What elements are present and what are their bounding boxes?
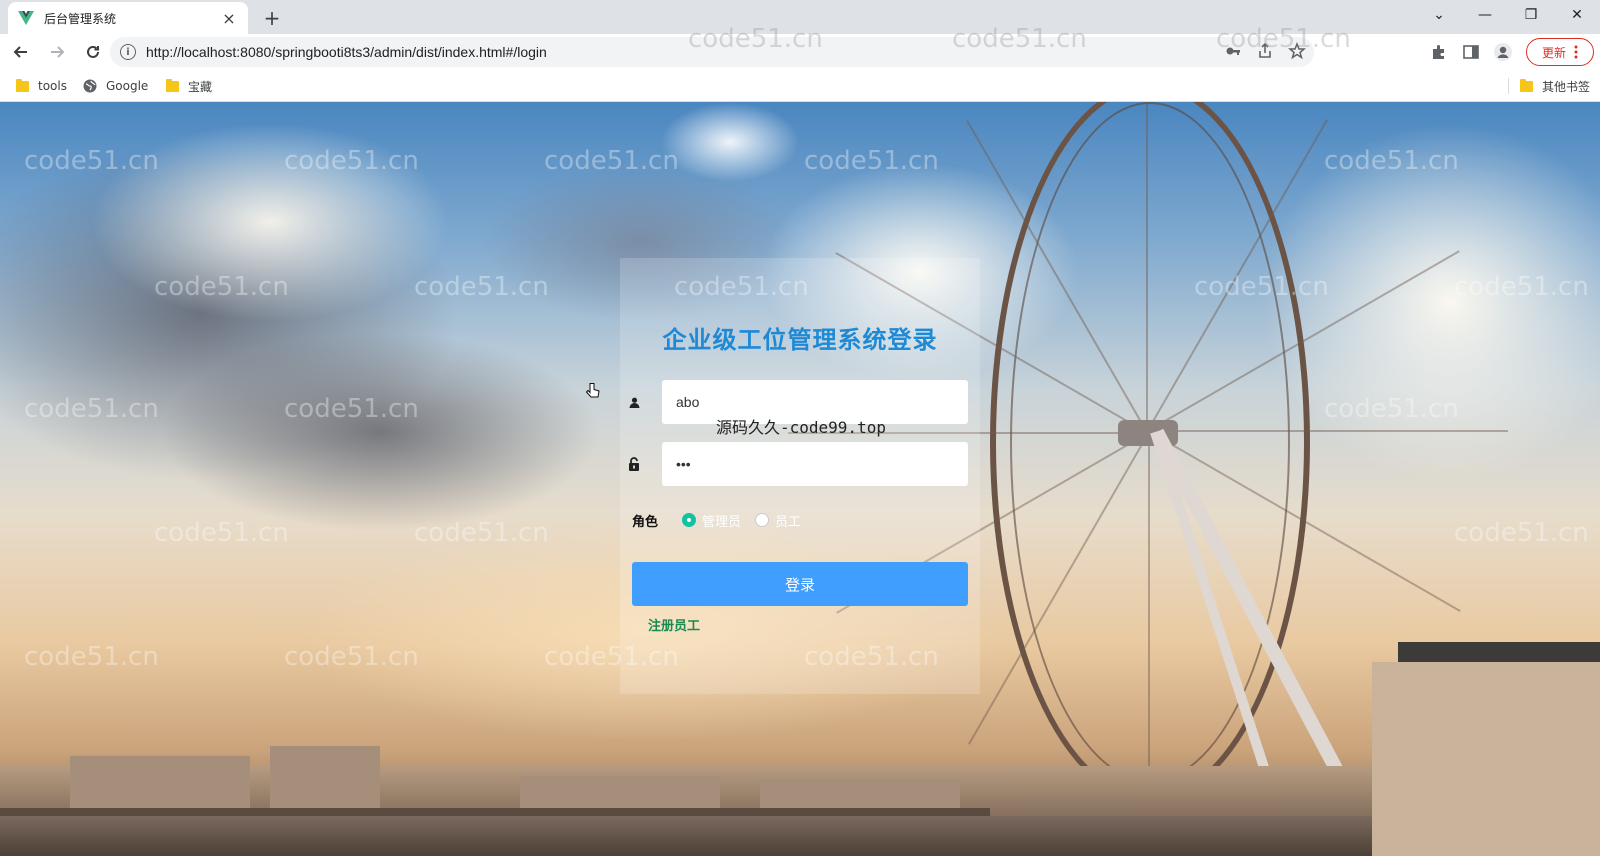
vue-logo-icon xyxy=(18,11,34,25)
profile-icon[interactable] xyxy=(1492,37,1514,67)
radio-checked-icon xyxy=(682,513,696,527)
tab-search-icon[interactable]: ⌄ xyxy=(1416,0,1462,30)
role-option-label: 管理员 xyxy=(702,514,742,530)
cloud-light xyxy=(90,122,450,322)
bookmarks-bar: tools Google 宝藏 其他书签 xyxy=(0,70,1600,102)
arrow-right-icon xyxy=(51,46,65,58)
wheel-spoke xyxy=(1148,430,1508,432)
bookmark-separator xyxy=(1508,78,1509,94)
wheel-spoke xyxy=(1148,432,1150,792)
site-info-icon[interactable]: i xyxy=(120,44,136,60)
wheel-spoke xyxy=(1146,102,1148,432)
building xyxy=(270,746,380,816)
minimize-icon[interactable]: — xyxy=(1462,0,1508,30)
bookmark-tools[interactable]: tools xyxy=(16,76,67,96)
restore-icon[interactable]: ❐ xyxy=(1508,0,1554,30)
toolbar-icons xyxy=(1428,37,1514,67)
role-option-admin[interactable]: 管理员 xyxy=(682,511,741,530)
cloud-dark xyxy=(160,332,600,532)
radio-unchecked-icon xyxy=(755,513,770,527)
hand-cursor-icon xyxy=(586,383,600,398)
role-label: 角色 xyxy=(632,514,659,530)
watermark: code51.cn xyxy=(154,518,289,548)
forward-button[interactable] xyxy=(42,37,72,67)
tab-strip: 后台管理系统 × + ⌄ — ❐ ✕ xyxy=(0,0,1600,34)
address-bar[interactable]: i http://localhost:8080/springbooti8ts3/… xyxy=(110,37,1314,67)
watermark: code51.cn xyxy=(1454,518,1589,548)
lock-icon xyxy=(626,456,642,472)
update-button[interactable]: 更新 xyxy=(1526,38,1594,66)
update-label: 更新 xyxy=(1541,45,1566,60)
more-vertical-icon xyxy=(1574,45,1578,59)
bookmark-other[interactable]: 其他书签 xyxy=(1520,76,1590,96)
tab-title: 后台管理系统 xyxy=(44,11,117,26)
bridge xyxy=(0,808,990,816)
password-input[interactable] xyxy=(662,442,968,486)
browser-toolbar: i http://localhost:8080/springbooti8ts3/… xyxy=(0,34,1600,70)
bookmark-label: 宝藏 xyxy=(188,79,213,94)
omnibox-actions xyxy=(1224,42,1306,60)
browser-tab[interactable]: 后台管理系统 × xyxy=(8,2,248,34)
bookmark-label: 其他书签 xyxy=(1542,79,1591,94)
bookmark-label: tools xyxy=(38,79,67,93)
login-button[interactable]: 登录 xyxy=(632,562,968,606)
register-employee-link[interactable]: 注册员工 xyxy=(648,615,700,634)
bookmark-google[interactable]: Google xyxy=(83,76,148,96)
role-option-label: 员工 xyxy=(775,514,802,530)
window-controls: ⌄ — ❐ ✕ xyxy=(1416,0,1600,34)
globe-icon xyxy=(83,79,97,93)
building xyxy=(70,756,250,816)
bookmark-treasure[interactable]: 宝藏 xyxy=(166,76,212,96)
login-title: 企业级工位管理系统登录 xyxy=(662,326,938,354)
user-icon xyxy=(626,394,642,410)
extensions-icon[interactable] xyxy=(1428,37,1450,67)
login-form: 企业级工位管理系统登录 角色 管理员 员工 登录 注册员工 xyxy=(620,258,980,694)
url-text: http://localhost:8080/springbooti8ts3/ad… xyxy=(146,44,547,60)
folder-icon xyxy=(166,78,179,92)
new-tab-button[interactable]: + xyxy=(258,4,286,32)
role-selector: 角色 管理员 员工 xyxy=(620,510,980,530)
reload-icon xyxy=(87,45,99,58)
star-icon[interactable] xyxy=(1288,42,1306,60)
password-row xyxy=(620,442,980,486)
close-window-icon[interactable]: ✕ xyxy=(1554,0,1600,30)
back-button[interactable] xyxy=(6,37,36,67)
river xyxy=(0,816,1600,856)
tab-close-icon[interactable]: × xyxy=(220,9,238,28)
watermark: code51.cn xyxy=(24,642,159,672)
share-icon[interactable] xyxy=(1256,42,1274,60)
key-icon[interactable] xyxy=(1224,42,1242,60)
folder-icon xyxy=(1520,78,1533,92)
side-panel-icon[interactable] xyxy=(1460,37,1482,67)
county-hall-building xyxy=(1372,662,1600,856)
overlay-watermark-text: 源码久久-code99.top xyxy=(716,418,886,437)
bookmark-label: Google xyxy=(106,79,149,93)
reload-button[interactable] xyxy=(78,37,108,67)
cloud-light xyxy=(1260,122,1600,482)
folder-icon xyxy=(16,78,29,92)
arrow-left-icon xyxy=(13,46,27,58)
cloud-light xyxy=(660,102,800,182)
role-option-employee[interactable]: 员工 xyxy=(755,511,801,530)
